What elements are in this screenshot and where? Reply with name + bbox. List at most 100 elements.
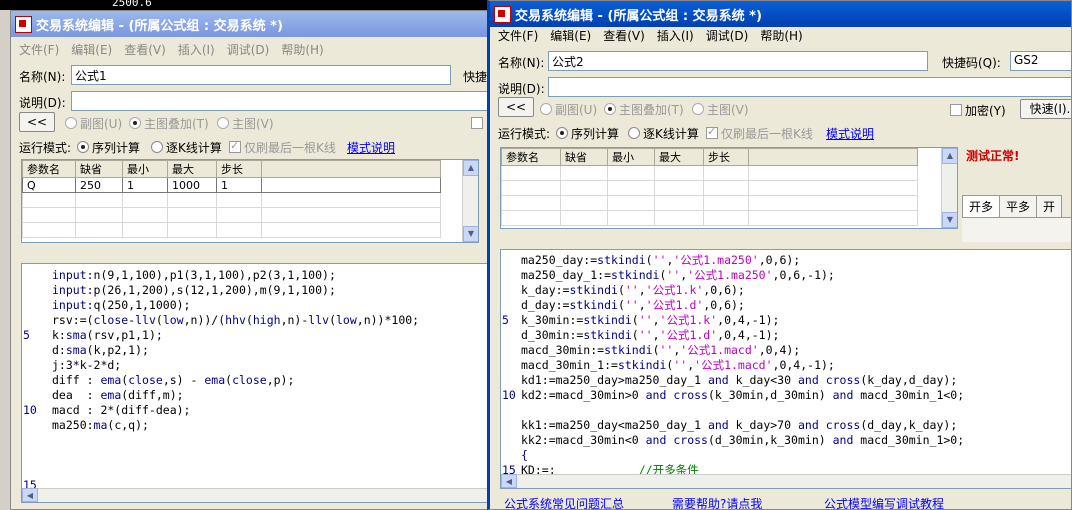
collapse-button[interactable]: <<	[19, 112, 55, 132]
menu-help[interactable]: 帮助(H)	[281, 41, 323, 58]
table-row[interactable]: Q 250 1 1000 1	[22, 177, 441, 193]
scroll-left-icon[interactable]: ◀	[501, 474, 517, 488]
name-label: 名称(N):	[498, 56, 545, 70]
code-line[interactable]: kd2:=macd_30min>0 and cross(k_30min,d_30…	[521, 388, 964, 403]
code-line[interactable]: k_day:=stkindi('','公式1.k',0,6);	[521, 283, 745, 298]
h-scrollbar[interactable]: ◀	[501, 474, 1071, 488]
left-titlebar[interactable]: 交易系统编辑 - (所属公式组 : 交易系统 *)	[11, 11, 487, 37]
name-input[interactable]: 公式2	[548, 51, 928, 71]
encrypt-checkbox[interactable]	[471, 117, 486, 131]
scroll-up-icon[interactable]: ▲	[942, 148, 957, 164]
code-line[interactable]: macd_30min_1:=stkindi('','公式1.macd',0,4,…	[521, 358, 835, 373]
code-line[interactable]: d_30min:=stkindi('','公式1.d',0,4,-1);	[521, 328, 779, 343]
params-scrollbar[interactable]: ▲ ▼	[941, 148, 957, 228]
desc-input[interactable]	[548, 77, 1071, 97]
code-line[interactable]: ma250:ma(c,q);	[52, 418, 149, 433]
param-cell[interactable]: 250	[75, 177, 123, 193]
menu-file[interactable]: 文件(F)	[19, 41, 59, 58]
table-row[interactable]	[501, 165, 918, 181]
code-line[interactable]: d:sma(k,p2,1);	[52, 343, 149, 358]
scroll-down-icon[interactable]: ▼	[463, 226, 478, 242]
code-line[interactable]: macd_30min:=stkindi('','公式1.macd',0,4);	[521, 343, 800, 358]
mode-help-link[interactable]: 模式说明	[826, 125, 874, 142]
code-line[interactable]: d_day:=stkindi('','公式1.d',0,6);	[521, 298, 745, 313]
tab-open-short[interactable]: 开	[1036, 195, 1063, 218]
desc-input[interactable]	[71, 91, 487, 111]
radio-main[interactable]: 主图(V)	[692, 101, 749, 118]
table-row[interactable]	[22, 207, 441, 223]
radio-overlay[interactable]: 主图叠加(T)	[129, 115, 209, 132]
code-line[interactable]: dea : ema(diff,m);	[52, 388, 184, 403]
encrypt-checkbox[interactable]: 加密(Y)	[950, 102, 1006, 119]
params-scrollbar[interactable]: ▲ ▼	[462, 160, 478, 242]
shortcut-label: 快捷码(Q):	[942, 56, 1001, 70]
refresh-last-checkbox[interactable]: 仅刷最后一根K线	[706, 125, 813, 142]
param-cell[interactable]: 1000	[167, 177, 217, 193]
menu-insert[interactable]: 插入(I)	[657, 27, 694, 44]
radio-icon	[217, 117, 229, 129]
scroll-left-icon[interactable]: ◀	[22, 488, 38, 502]
code-line[interactable]: input:n(9,1,100),p1(3,1,100),p2(3,1,100)…	[52, 268, 336, 283]
params-grid[interactable]: 参数名 缺省 最小 最大 步长 ▲ ▼	[500, 147, 958, 229]
tab-close-long[interactable]: 平多	[999, 195, 1038, 218]
radio-icon	[129, 117, 141, 129]
menu-insert[interactable]: 插入(I)	[178, 41, 215, 58]
menu-view[interactable]: 查看(V)	[603, 27, 645, 44]
right-code-editor[interactable]: ma250_day:=stkindi('','公式1.ma250',0,6); m…	[500, 249, 1071, 489]
param-cell[interactable]: 1	[216, 177, 262, 193]
code-line[interactable]: ma250_day_1:=stkindi('','公式1.ma250',0,6,…	[521, 268, 835, 283]
code-line[interactable]: kk1:=ma250_day<ma250_day_1 and k_day>70 …	[521, 418, 957, 433]
table-row[interactable]	[501, 195, 918, 211]
menu-debug[interactable]: 调试(D)	[227, 41, 270, 58]
menu-file[interactable]: 文件(F)	[498, 27, 538, 44]
code-line[interactable]: input:p(26,1,200),s(12,1,200),m(9,1,100)…	[52, 283, 336, 298]
code-line[interactable]: k:sma(rsv,p1,1);	[52, 328, 163, 343]
table-row[interactable]	[22, 192, 441, 208]
param-cell[interactable]: Q	[22, 177, 76, 193]
code-line[interactable]: k_30min:=stkindi('','公式1.k',0,4,-1);	[521, 313, 779, 328]
run-perk-radio[interactable]: 逐K线计算	[628, 125, 699, 142]
collapse-button[interactable]: <<	[498, 97, 534, 117]
tutorial-link[interactable]: 公式模型编写调试教程	[824, 495, 944, 509]
scroll-up-icon[interactable]: ▲	[463, 160, 478, 176]
col-header: 步长	[216, 160, 262, 178]
tab-open-long[interactable]: 开多	[962, 195, 1001, 218]
left-code-editor[interactable]: input:n(9,1,100),p1(3,1,100),p2(3,1,100)…	[21, 263, 487, 503]
faq-link[interactable]: 公式系统常见问题汇总	[504, 495, 624, 509]
code-line[interactable]: ma250_day:=stkindi('','公式1.ma250',0,6);	[521, 253, 800, 268]
quick-button[interactable]: 快速(I).	[1020, 99, 1071, 119]
menu-view[interactable]: 查看(V)	[124, 41, 166, 58]
code-line[interactable]: kk2:=macd_30min<0 and cross(d_30min,k_30…	[521, 433, 964, 448]
table-row[interactable]	[501, 210, 918, 226]
table-row[interactable]	[22, 222, 441, 238]
run-seq-radio[interactable]: 序列计算	[556, 125, 619, 142]
menu-help[interactable]: 帮助(H)	[760, 27, 802, 44]
radio-main[interactable]: 主图(V)	[217, 115, 274, 132]
params-grid[interactable]: 参数名 缺省 最小 最大 步长 Q 250 1 1000 1 ▲ ▼	[21, 159, 479, 243]
refresh-last-checkbox[interactable]: 仅刷最后一根K线	[229, 139, 336, 156]
radio-subgraph[interactable]: 副图(U)	[540, 101, 597, 118]
name-input[interactable]: 公式1	[71, 65, 451, 85]
help-link[interactable]: 需要帮助?请点我	[672, 495, 762, 509]
radio-subgraph[interactable]: 副图(U)	[65, 115, 122, 132]
param-cell[interactable]: 1	[122, 177, 168, 193]
radio-overlay[interactable]: 主图叠加(T)	[604, 101, 684, 118]
scroll-down-icon[interactable]: ▼	[942, 212, 957, 228]
code-line[interactable]: diff : ema(close,s) - ema(close,p);	[52, 373, 294, 388]
menu-debug[interactable]: 调试(D)	[706, 27, 749, 44]
shortcut-input[interactable]: GS2	[1010, 51, 1071, 71]
mode-help-link[interactable]: 模式说明	[347, 139, 395, 156]
code-line[interactable]: j:3*k-2*d;	[52, 358, 121, 373]
code-line[interactable]: kd1:=ma250_day>ma250_day_1 and k_day<30 …	[521, 373, 957, 388]
h-scrollbar[interactable]: ◀	[22, 488, 487, 502]
run-perk-radio[interactable]: 逐K线计算	[151, 139, 222, 156]
code-line[interactable]: macd : 2*(diff-dea);	[52, 403, 190, 418]
table-row[interactable]	[501, 180, 918, 196]
menu-edit[interactable]: 编辑(E)	[71, 41, 112, 58]
code-line[interactable]: {	[521, 448, 528, 463]
menu-edit[interactable]: 编辑(E)	[550, 27, 591, 44]
code-line[interactable]: rsv:=(close-llv(low,n))/(hhv(high,n)-llv…	[52, 313, 419, 328]
code-line[interactable]: input:q(250,1,1000);	[52, 298, 190, 313]
right-titlebar[interactable]: 交易系统编辑 - (所属公式组 : 交易系统 *)	[490, 1, 1071, 27]
run-seq-radio[interactable]: 序列计算	[77, 139, 140, 156]
